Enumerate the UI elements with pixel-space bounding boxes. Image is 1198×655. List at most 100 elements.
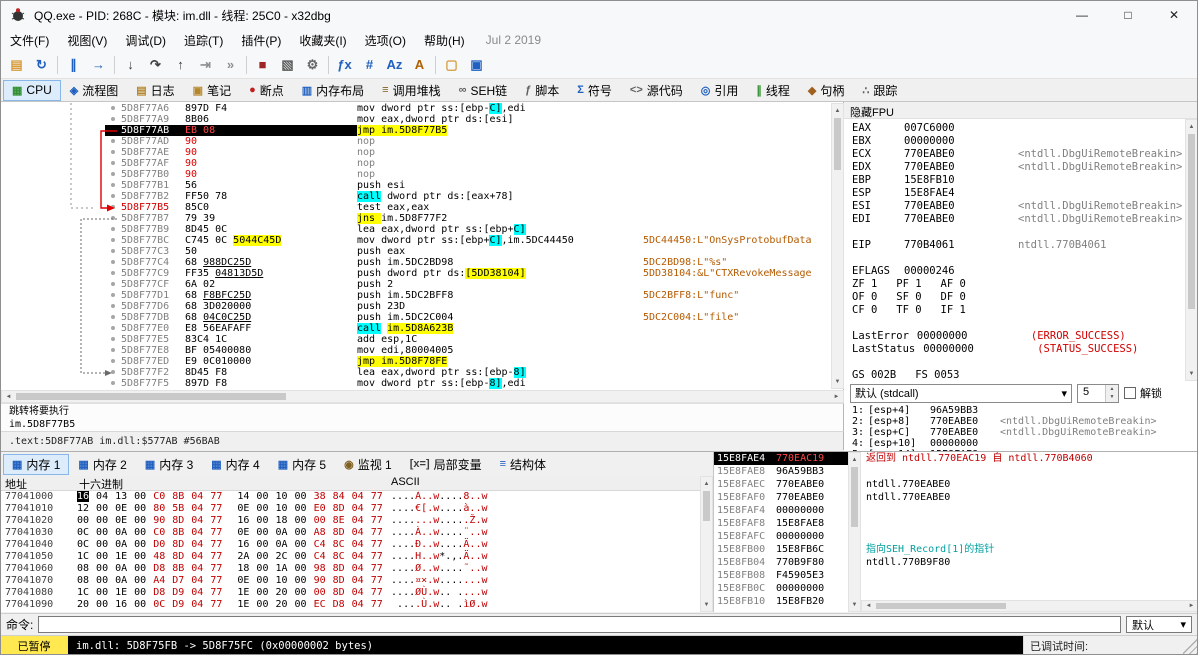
disasm-comment[interactable] <box>643 246 830 257</box>
disasm-address[interactable]: 5D8F77F5 <box>119 378 185 389</box>
disasm-bytes[interactable]: 68 988DC25D <box>185 257 357 268</box>
resize-grip[interactable] <box>1183 636 1197 654</box>
disasm-bytes[interactable]: 90 <box>185 169 357 180</box>
disasm-row[interactable]: 5D8F77B9 8D45 0C lea eax,dword ptr ss:[ebp… <box>1 224 830 235</box>
register-value[interactable]: 15E8FAE4 <box>904 187 974 200</box>
disasm-instruction[interactable]: call dword ptr ds:[eax+78] <box>357 191 643 202</box>
disasm-row[interactable]: 5D8F77D1 68 F8BFC25D push im.5DC2BFF8 5DC2B… <box>1 290 830 301</box>
dump-ascii[interactable]: ....Ø..w....˜..w <box>391 563 700 575</box>
disasm-vertical-scrollbar[interactable]: ▲ ▼ <box>831 103 844 389</box>
dump-row[interactable]: 77041020 00 00 0E 00 90 8D 04 77 16 00 18 00 00 8E 04 77… <box>1 515 700 527</box>
register-line[interactable]: CF 0 TF 0 IF 1 <box>852 304 1197 317</box>
register-line[interactable]: EAX 007C6000 <box>852 122 1197 135</box>
dump-hex[interactable]: 20 00 16 00 0C D9 04 77 1E 00 20 00 EC D8 04 77 <box>77 599 391 611</box>
tab-memory-4[interactable]: ▦ 内存 4 <box>202 454 268 475</box>
register-line[interactable]: EDX 770EABE0 <ntdll.DbgUiRemoteBreakin> <box>852 161 1197 174</box>
dump-row[interactable]: 77041050 1C 00 1E 00 48 8D 04 77 2A 00 2C 00 C4 8C 04 77… <box>1 551 700 563</box>
breakpoint-dot[interactable] <box>111 128 115 132</box>
checkbox-box[interactable] <box>1124 387 1136 399</box>
menu-favourites[interactable]: 收藏夹(I) <box>290 29 355 51</box>
tab-struct[interactable]: ≡ 结构体 <box>491 454 555 475</box>
step-into-icon[interactable]: ↓ <box>118 53 143 77</box>
menu-help[interactable]: 帮助(H) <box>415 29 474 51</box>
stack-row[interactable]: 15E8FAE4 770EAC19 <box>714 452 848 465</box>
settings-gear-icon[interactable]: ⚙ <box>300 53 325 77</box>
dump-row[interactable]: 77041010 12 00 0E 00 80 5B 04 77 0E 00 10 00 E0 8D 04 77… <box>1 503 700 515</box>
disasm-comment[interactable]: 5DC44450:L"OnSysProtobufData <box>643 235 830 246</box>
disasm-row[interactable]: 5D8F77DB 68 04C0C25D push im.5DC2C004 5DC2C… <box>1 312 830 323</box>
register-line[interactable]: EBP 15E8FB10 <box>852 174 1197 187</box>
breakpoint-dot[interactable] <box>111 304 115 308</box>
breakpoint-dot[interactable] <box>111 205 115 209</box>
register-line[interactable]: OF 0 SF 0 DF 0 <box>852 291 1197 304</box>
dump-ascii[interactable]: ....Ð..w....Ä..w <box>391 539 700 551</box>
command-mode-combo[interactable]: 默认 ▾ <box>1126 616 1192 633</box>
dump-address[interactable]: 77041070 <box>1 575 77 587</box>
register-line[interactable]: LastStatus 00000000 (STATUS_SUCCESS) <box>852 343 1197 356</box>
menu-plugins[interactable]: 插件(P) <box>232 29 290 51</box>
disasm-bytes[interactable]: 90 <box>185 158 357 169</box>
disasm-bytes[interactable]: 8D45 0C <box>185 224 357 235</box>
dump-address[interactable]: 77041040 <box>1 539 77 551</box>
breakpoint-dot[interactable] <box>111 370 115 374</box>
register-line[interactable]: GS 002B FS 0053 <box>852 369 1197 382</box>
argument-row[interactable]: 2: [esp+8] 770EABE0 <ntdll.DbgUiRemoteBreak… <box>844 416 1185 427</box>
disasm-row[interactable]: 5D8F77C9 FF35 04813D5D push dword ptr ds:[… <box>1 268 830 279</box>
stack-comments-pane[interactable]: 返回到 ntdll.770EAC19 自 ntdll.770B4060 ntdll… <box>861 452 1197 612</box>
disasm-comment[interactable] <box>643 147 830 158</box>
disasm-row[interactable]: 5D8F77B1 56 push esi <box>1 180 830 191</box>
dump-row[interactable]: 77041040 0C 00 0A 00 D0 8D 04 77 16 00 0A 00 C4 8C 04 77… <box>1 539 700 551</box>
menu-trace[interactable]: 追踪(T) <box>175 29 232 51</box>
disasm-row[interactable]: 5D8F77BC C745 0C 5044C45D mov dword ptr ss… <box>1 235 830 246</box>
stepper-down-button[interactable]: ▼ <box>1106 393 1118 402</box>
menu-view[interactable]: 视图(V) <box>58 29 116 51</box>
tab-memory-2[interactable]: ▦ 内存 2 <box>69 454 135 475</box>
dump-address[interactable]: 77041030 <box>1 527 77 539</box>
dump-hex[interactable]: 0C 00 0A 00 C0 8B 04 77 0E 00 0A 00 A8 8D 04 77 <box>77 527 391 539</box>
disasm-comment[interactable]: 5DC2BD98:L"%s" <box>643 257 830 268</box>
register-value[interactable]: 00000246 <box>904 265 974 278</box>
breakpoint-dot[interactable] <box>111 293 115 297</box>
disasm-row[interactable]: 5D8F77F2 8D45 F8 lea eax,dword ptr ss:[ebp… <box>1 367 830 378</box>
tab-graph[interactable]: ◈ 流程图 <box>61 80 127 101</box>
register-value[interactable]: 770EABE0 <box>904 161 974 174</box>
tab-threads[interactable]: ∥ 线程 <box>747 80 799 101</box>
disasm-address[interactable]: 5D8F77E8 <box>119 345 185 356</box>
scroll-down-button[interactable]: ▼ <box>849 598 860 611</box>
disasm-bytes[interactable]: 50 <box>185 246 357 257</box>
disasm-address[interactable]: 5D8F77BC <box>119 235 185 246</box>
breakpoint-dot[interactable] <box>111 271 115 275</box>
register-line[interactable]: ESI 770EABE0 <ntdll.DbgUiRemoteBreakin> <box>852 200 1197 213</box>
dump-scrollbar[interactable]: ▲ ▼ <box>700 476 713 612</box>
disasm-bytes[interactable]: 90 <box>185 136 357 147</box>
disasm-bytes[interactable]: 6A 02 <box>185 279 357 290</box>
stack-comments-scrollbar[interactable]: ◄ ► <box>861 600 1197 612</box>
scroll-thumb[interactable] <box>834 118 841 170</box>
stack-row[interactable]: 15E8FAE8 96A59BB3 <box>714 465 848 478</box>
disasm-instruction[interactable]: push dword ptr ds:[5DD38104] <box>357 268 643 279</box>
disasm-bytes[interactable]: 68 04C0C25D <box>185 312 357 323</box>
disasm-instruction[interactable]: jmp im.5D8F78FE <box>357 356 643 367</box>
disasm-instruction[interactable]: jns im.5D8F77F2 <box>357 213 643 224</box>
disasm-instruction[interactable]: jmp im.5D8F77B5 <box>357 125 643 136</box>
disasm-instruction[interactable]: mov edi,80004005 <box>357 345 643 356</box>
dump-row[interactable]: 77041090 20 00 16 00 0C D9 04 77 1E 00 20 00 EC D8 04 77… <box>1 599 700 611</box>
dump-address[interactable]: 77041090 <box>1 599 77 611</box>
dump-address[interactable]: 77041000 <box>1 491 77 503</box>
run-icon[interactable]: → <box>86 53 111 77</box>
register-value[interactable]: 00000000 <box>904 135 974 148</box>
pause-icon[interactable]: ∥ <box>61 53 86 77</box>
stack-row[interactable]: 15E8FB0C 00000000 <box>714 582 848 595</box>
disasm-instruction[interactable]: lea eax,dword ptr ss:[ebp+C] <box>357 224 643 235</box>
scroll-down-button[interactable]: ▼ <box>1186 367 1197 380</box>
restart-icon[interactable]: ↻ <box>29 53 54 77</box>
disasm-instruction[interactable]: test eax,eax <box>357 202 643 213</box>
stack-comment-line[interactable] <box>861 465 1197 478</box>
disasm-bytes[interactable]: 85C0 <box>185 202 357 213</box>
disasm-instruction[interactable]: lea eax,dword ptr ss:[ebp-8] <box>357 367 643 378</box>
menu-options[interactable]: 选项(O) <box>356 29 415 51</box>
register-value[interactable]: 770B4061 <box>904 239 974 252</box>
dump-ascii[interactable]: ....À..w....¨..w <box>391 527 700 539</box>
disasm-bytes[interactable]: C745 0C 5044C45D <box>185 235 357 246</box>
disasm-row[interactable]: 5D8F77AD 90 nop <box>1 136 830 147</box>
